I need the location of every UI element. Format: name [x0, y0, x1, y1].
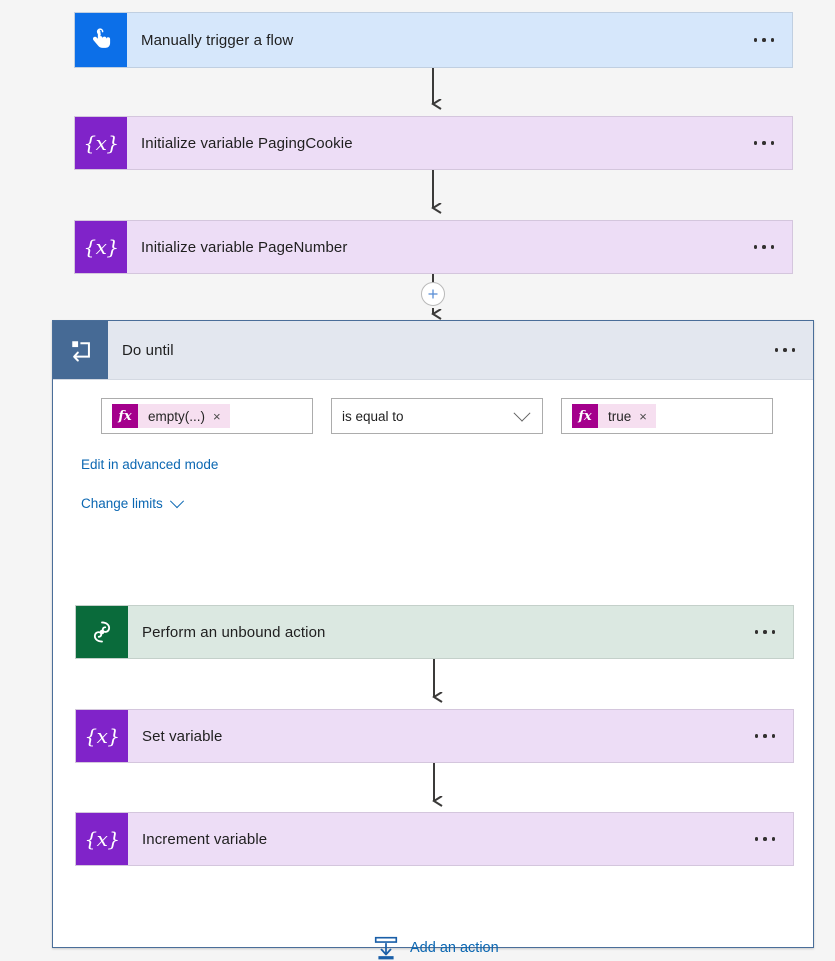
do-until-header[interactable]: Do until: [53, 321, 813, 380]
step-card-perform-an-unbound-action[interactable]: Perform an unbound action: [75, 605, 794, 659]
remove-token-icon[interactable]: ×: [639, 410, 656, 423]
step-title: Increment variable: [142, 830, 268, 848]
step-card-initialize-variable-pagenumber[interactable]: {x} Initialize variable PageNumber: [74, 220, 793, 274]
ellipsis-icon: [754, 734, 776, 738]
ellipsis-icon: [754, 837, 776, 841]
variable-glyph: {x}: [84, 827, 120, 851]
step-title: Manually trigger a flow: [141, 31, 294, 49]
do-until-menu-button[interactable]: [757, 321, 813, 379]
add-an-action-label: Add an action: [410, 940, 499, 956]
advanced-mode-row: Edit in advanced mode: [53, 434, 813, 474]
step-title: Initialize variable PagingCookie: [141, 134, 353, 152]
chevron-down-icon: [513, 404, 531, 422]
condition-operator-value: is equal to: [342, 408, 404, 424]
change-limits-row: Change limits: [53, 474, 813, 513]
step-menu-button[interactable]: [736, 13, 792, 67]
variable-glyph: {x}: [84, 724, 120, 748]
fx-icon: fx: [112, 404, 138, 428]
step-menu-button[interactable]: [737, 813, 793, 865]
condition-left-operand[interactable]: fx empty(...) ×: [101, 398, 313, 434]
remove-token-icon[interactable]: ×: [213, 410, 230, 423]
insert-action-icon: [374, 936, 398, 960]
do-until-condition-row: fx empty(...) × is equal to fx true ×: [53, 380, 813, 434]
expression-token-left[interactable]: fx empty(...) ×: [112, 404, 230, 428]
step-card-initialize-variable-pagingcookie[interactable]: {x} Initialize variable PagingCookie: [74, 116, 793, 170]
fx-icon: fx: [572, 404, 598, 428]
connector-arrow: [421, 170, 445, 220]
variable-icon: {x}: [75, 117, 127, 169]
connector-arrow: [422, 763, 446, 813]
variable-glyph: {x}: [83, 131, 119, 155]
loop-icon: [53, 321, 108, 379]
step-card-set-variable[interactable]: {x} Set variable: [75, 709, 794, 763]
chevron-down-icon: [169, 493, 184, 508]
variable-icon: {x}: [76, 710, 128, 762]
do-until-scope[interactable]: Do until fx empty(...) × is equal to fx …: [52, 320, 814, 960]
token-text: empty(...): [148, 408, 206, 424]
ellipsis-icon: [753, 245, 775, 249]
connector-arrow: [422, 659, 446, 709]
ellipsis-icon: [774, 348, 796, 352]
change-limits-toggle[interactable]: Change limits: [81, 493, 184, 511]
insert-step-button[interactable]: [421, 282, 445, 306]
step-menu-button[interactable]: [737, 710, 793, 762]
edit-in-advanced-mode-link[interactable]: Edit in advanced mode: [81, 457, 218, 472]
do-until-title: Do until: [122, 341, 174, 359]
variable-glyph: {x}: [83, 235, 119, 259]
step-card-manually-trigger-a-flow[interactable]: Manually trigger a flow: [74, 12, 793, 68]
condition-right-operand[interactable]: fx true ×: [561, 398, 773, 434]
variable-icon: {x}: [75, 221, 127, 273]
step-title: Set variable: [142, 727, 223, 745]
expression-token-right[interactable]: fx true ×: [572, 404, 656, 428]
flow-designer-canvas: Manually trigger a flow {x} Initialize v…: [0, 0, 835, 961]
step-menu-button[interactable]: [736, 221, 792, 273]
step-title: Perform an unbound action: [142, 623, 326, 641]
change-limits-label: Change limits: [81, 496, 163, 511]
step-menu-button[interactable]: [737, 606, 793, 658]
manual-trigger-icon: [75, 13, 127, 67]
ellipsis-icon: [753, 141, 775, 145]
condition-operator-select[interactable]: is equal to: [331, 398, 543, 434]
connector-arrow: [421, 68, 445, 116]
step-card-increment-variable[interactable]: {x} Increment variable: [75, 812, 794, 866]
step-title: Initialize variable PageNumber: [141, 238, 348, 256]
variable-icon: {x}: [76, 813, 128, 865]
step-menu-button[interactable]: [736, 117, 792, 169]
token-text: true: [608, 408, 632, 424]
do-until-body: fx empty(...) × is equal to fx true × Ed…: [53, 380, 813, 960]
ellipsis-icon: [753, 38, 775, 42]
ellipsis-icon: [754, 630, 776, 634]
add-an-action-button[interactable]: Add an action: [373, 935, 499, 961]
dataverse-icon: [76, 606, 128, 658]
